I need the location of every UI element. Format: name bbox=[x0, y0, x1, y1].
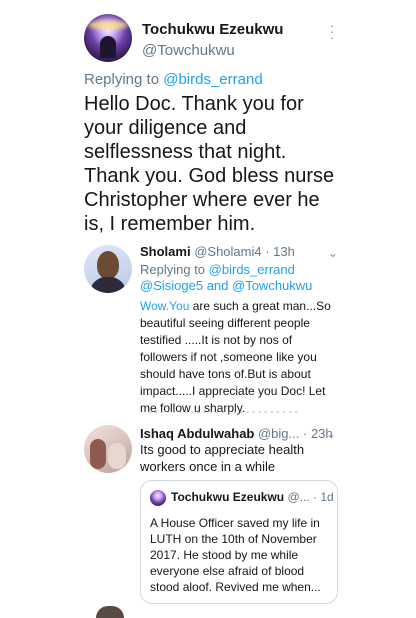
overlap-divider: - - - - - - - - - - - - - - - - - - - - … bbox=[148, 410, 298, 416]
quote-text: A House Officer saved my life in LUTH on… bbox=[150, 516, 321, 594]
mention-link[interactable]: @birds_errand bbox=[163, 71, 262, 88]
author-handle: @... bbox=[287, 490, 310, 504]
mention-link[interactable]: @Towchukwu bbox=[232, 278, 312, 293]
mention-link[interactable]: @birds_errand bbox=[209, 262, 295, 277]
previous-tweet-fragment bbox=[96, 0, 136, 4]
reply-text: Wow.You are such a great man...So beauti… bbox=[140, 298, 340, 417]
author-handle[interactable]: @Towchukwu bbox=[142, 42, 235, 59]
avatar-body bbox=[90, 277, 126, 293]
avatar bbox=[150, 490, 166, 506]
reply-header: Ishaq Abdulwahab @big... · 23h bbox=[140, 426, 333, 441]
highlight-link[interactable]: Wow.You bbox=[140, 299, 189, 313]
separator: · bbox=[261, 244, 274, 259]
avatar[interactable] bbox=[84, 14, 132, 62]
tweet-text: Hello Doc. Thank you for your diligence … bbox=[84, 93, 335, 235]
author-name[interactable]: Ishaq Abdulwahab bbox=[140, 426, 254, 441]
author-handle[interactable]: @big... bbox=[258, 426, 299, 441]
replying-prefix: Replying to bbox=[140, 262, 206, 277]
avatar-figure bbox=[100, 36, 116, 58]
chevron-down-icon[interactable]: ⌄ bbox=[326, 427, 336, 441]
avatar-head bbox=[97, 251, 119, 279]
avatar-person bbox=[90, 439, 106, 469]
reply-header: Sholami @Sholami4 · 13h bbox=[140, 244, 295, 259]
reply-text: Its good to appreciate health workers on… bbox=[140, 442, 305, 474]
timestamp: 1d bbox=[320, 490, 334, 504]
chevron-down-icon[interactable]: ⌄ bbox=[328, 246, 338, 260]
author-name[interactable]: Tochukwu Ezeukwu bbox=[142, 21, 283, 38]
quoted-tweet[interactable]: Tochukwu Ezeukwu @... · 1d A House Offic… bbox=[140, 480, 338, 604]
author-name[interactable]: Sholami bbox=[140, 244, 191, 259]
replying-prefix: Replying to bbox=[84, 71, 160, 88]
avatar[interactable] bbox=[84, 425, 132, 473]
avatar-person bbox=[108, 443, 126, 469]
mention-link[interactable]: @Sisioge5 bbox=[140, 278, 203, 293]
more-dots-icon[interactable]: · · · bbox=[328, 18, 336, 44]
replying-to: Replying to @birds_errand @Sisioge5 and … bbox=[140, 262, 340, 294]
author-name: Tochukwu Ezeukwu bbox=[171, 490, 285, 504]
author-handle[interactable]: @Sholami4 bbox=[194, 244, 261, 259]
avatar-light bbox=[88, 20, 128, 30]
quote-header: Tochukwu Ezeukwu @... · 1d bbox=[171, 490, 334, 504]
replying-and: and bbox=[203, 278, 232, 293]
avatar[interactable] bbox=[84, 245, 132, 293]
separator: · bbox=[309, 490, 321, 504]
avatar[interactable] bbox=[96, 606, 124, 618]
reply-text-body: are such a great man...So beautiful seei… bbox=[140, 299, 331, 415]
timestamp[interactable]: 13h bbox=[273, 244, 295, 259]
separator: · bbox=[299, 426, 311, 441]
replying-to: Replying to @birds_errand bbox=[84, 71, 263, 88]
